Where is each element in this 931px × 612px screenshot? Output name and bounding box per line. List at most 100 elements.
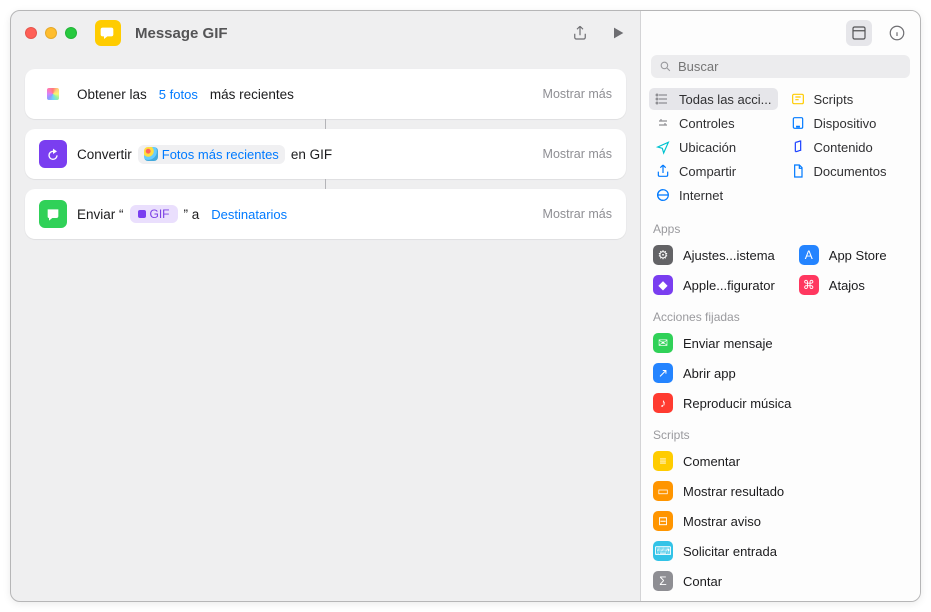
show-more-button[interactable]: Mostrar más <box>543 207 612 221</box>
photos-mini-icon <box>144 147 158 161</box>
search-icon <box>659 60 672 73</box>
gif-mini-icon <box>138 210 146 218</box>
library-tab-button[interactable] <box>846 20 872 46</box>
titlebar: Message GIF <box>11 11 640 55</box>
token-label: GIF <box>150 207 170 221</box>
photo-count-token[interactable]: 5 fotos <box>153 85 204 104</box>
text: Convertir <box>77 147 132 162</box>
row-label: Comentar <box>683 454 740 469</box>
category-label: Internet <box>679 188 723 203</box>
pinned-item[interactable]: ↗︎ Abrir app <box>641 358 920 388</box>
section-pinned-label: Acciones fijadas <box>641 300 920 328</box>
share-button[interactable] <box>570 23 590 43</box>
text: Enviar “ <box>77 207 124 222</box>
apps-item[interactable]: ⌘ Atajos <box>787 270 920 300</box>
action-text: Enviar “ GIF ” a Destinatarios <box>77 205 293 224</box>
gif-token[interactable]: GIF <box>130 205 178 223</box>
category-location[interactable]: Ubicación <box>649 136 778 158</box>
scripts-item[interactable]: ⌨︎ Solicitar entrada <box>641 536 920 566</box>
row-icon: Σ <box>653 571 673 591</box>
row-label: Solicitar entrada <box>683 544 777 559</box>
info-button[interactable] <box>884 20 910 46</box>
category-label: Compartir <box>679 164 736 179</box>
row-icon: ✉︎ <box>653 333 673 353</box>
category-grid: Todas las acci... Scripts Controles Disp… <box>641 84 920 212</box>
row-icon: ⌘ <box>799 275 819 295</box>
section-scripts-label: Scripts <box>641 418 920 446</box>
text: ” a <box>184 207 200 222</box>
content-icon <box>790 139 806 155</box>
editor-pane: Message GIF Obtener las 5 fotos má <box>11 11 640 601</box>
doc-icon <box>790 163 806 179</box>
category-scripts[interactable]: Scripts <box>784 88 913 110</box>
photos-icon <box>39 80 67 108</box>
category-label: Scripts <box>814 92 854 107</box>
scripts-item[interactable]: ▭ Mostrar resultado <box>641 476 920 506</box>
search-input[interactable] <box>678 59 902 74</box>
run-button[interactable] <box>608 23 628 43</box>
scripts-item[interactable]: ⊟ Mostrar aviso <box>641 506 920 536</box>
row-label: Abrir app <box>683 366 736 381</box>
toggle-icon <box>655 115 671 131</box>
minimize-window-button[interactable] <box>45 27 57 39</box>
action-get-photos[interactable]: Obtener las 5 fotos más recientes Mostra… <box>25 69 626 119</box>
row-icon: ≡ <box>653 451 673 471</box>
show-more-button[interactable]: Mostrar más <box>543 87 612 101</box>
row-icon: ◆ <box>653 275 673 295</box>
search-field[interactable] <box>651 55 910 78</box>
category-label: Documentos <box>814 164 887 179</box>
text: más recientes <box>210 87 294 102</box>
row-label: Enviar mensaje <box>683 336 773 351</box>
window-title: Message GIF <box>135 25 228 42</box>
category-label: Dispositivo <box>814 116 877 131</box>
category-internet[interactable]: Internet <box>649 184 778 206</box>
section-apps-label: Apps <box>641 212 920 240</box>
action-convert-gif[interactable]: Convertir Fotos más recientes en GIF Mos… <box>25 129 626 179</box>
recipients-token[interactable]: Destinatarios <box>205 205 293 224</box>
location-icon <box>655 139 671 155</box>
pinned-item[interactable]: ♪ Reproducir música <box>641 388 920 418</box>
connector <box>325 119 326 129</box>
row-icon: ♪ <box>653 393 673 413</box>
app-window: Message GIF Obtener las 5 fotos má <box>10 10 921 602</box>
row-label: Mostrar aviso <box>683 514 761 529</box>
category-docs[interactable]: Documentos <box>784 160 913 182</box>
category-all[interactable]: Todas las acci... <box>649 88 778 110</box>
script-icon <box>790 91 806 107</box>
category-content[interactable]: Contenido <box>784 136 913 158</box>
workflow-canvas: Obtener las 5 fotos más recientes Mostra… <box>11 55 640 255</box>
row-label: Reproducir música <box>683 396 791 411</box>
gif-convert-icon <box>39 140 67 168</box>
row-icon: ⊟ <box>653 511 673 531</box>
action-send-message[interactable]: Enviar “ GIF ” a Destinatarios Mostrar m… <box>25 189 626 239</box>
zoom-window-button[interactable] <box>65 27 77 39</box>
row-icon: ⚙︎ <box>653 245 673 265</box>
pinned-item[interactable]: ✉︎ Enviar mensaje <box>641 328 920 358</box>
category-controls[interactable]: Controles <box>649 112 778 134</box>
scripts-item[interactable]: Σ Contar <box>641 566 920 596</box>
close-window-button[interactable] <box>25 27 37 39</box>
scripts-item[interactable]: ≡ Comentar <box>641 446 920 476</box>
category-label: Contenido <box>814 140 873 155</box>
apps-item[interactable]: ◆ Apple...figurator <box>641 270 787 300</box>
row-icon: ⌨︎ <box>653 541 673 561</box>
scripts-item[interactable]: ☰ Seleccionar del menú <box>641 596 920 601</box>
category-share[interactable]: Compartir <box>649 160 778 182</box>
show-more-button[interactable]: Mostrar más <box>543 147 612 161</box>
category-device[interactable]: Dispositivo <box>784 112 913 134</box>
share-icon <box>655 163 671 179</box>
row-icon: ▭ <box>653 481 673 501</box>
row-label: Atajos <box>829 278 865 293</box>
input-token[interactable]: Fotos más recientes <box>138 145 285 164</box>
category-label: Ubicación <box>679 140 736 155</box>
apps-item[interactable]: A App Store <box>787 240 920 270</box>
apps-item[interactable]: ⚙︎ Ajustes...istema <box>641 240 787 270</box>
window-controls <box>25 27 77 39</box>
internet-icon <box>655 187 671 203</box>
list-icon <box>655 91 671 107</box>
text: Obtener las <box>77 87 147 102</box>
token-label: Fotos más recientes <box>162 147 279 162</box>
library-toolbar <box>641 11 920 55</box>
row-label: Mostrar resultado <box>683 484 784 499</box>
connector <box>325 179 326 189</box>
